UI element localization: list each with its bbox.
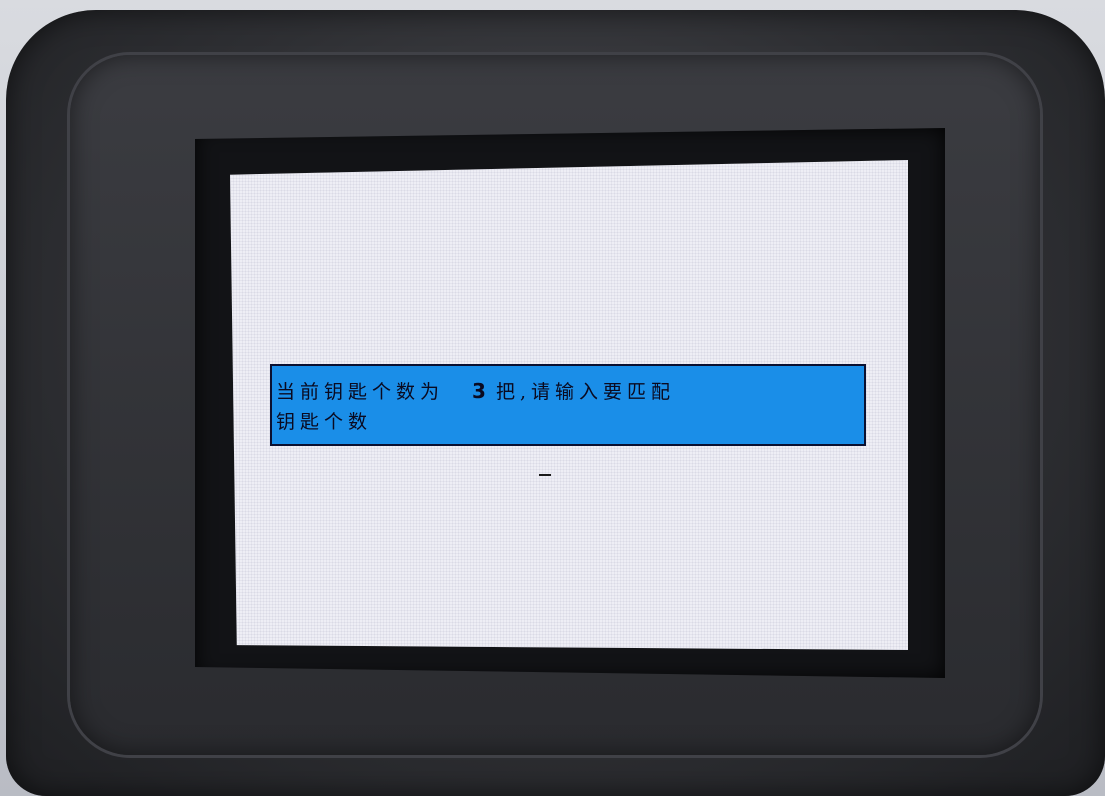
message-box: 当前钥匙个数为 3 把,请输入要匹配 钥匙个数 [270,364,866,446]
message-line-1: 当前钥匙个数为 3 把,请输入要匹配 [276,376,858,407]
message-line-2: 钥匙个数 [276,411,373,433]
brand-logo [420,695,800,795]
lcd-screen: 当前钥匙个数为 3 把,请输入要匹配 钥匙个数 [230,160,908,650]
key-count-value: 3 [472,379,486,403]
message-prefix: 当前钥匙个数为 [276,381,445,403]
input-cursor[interactable] [539,474,551,476]
message-suffix: 把,请输入要匹配 [495,381,675,403]
